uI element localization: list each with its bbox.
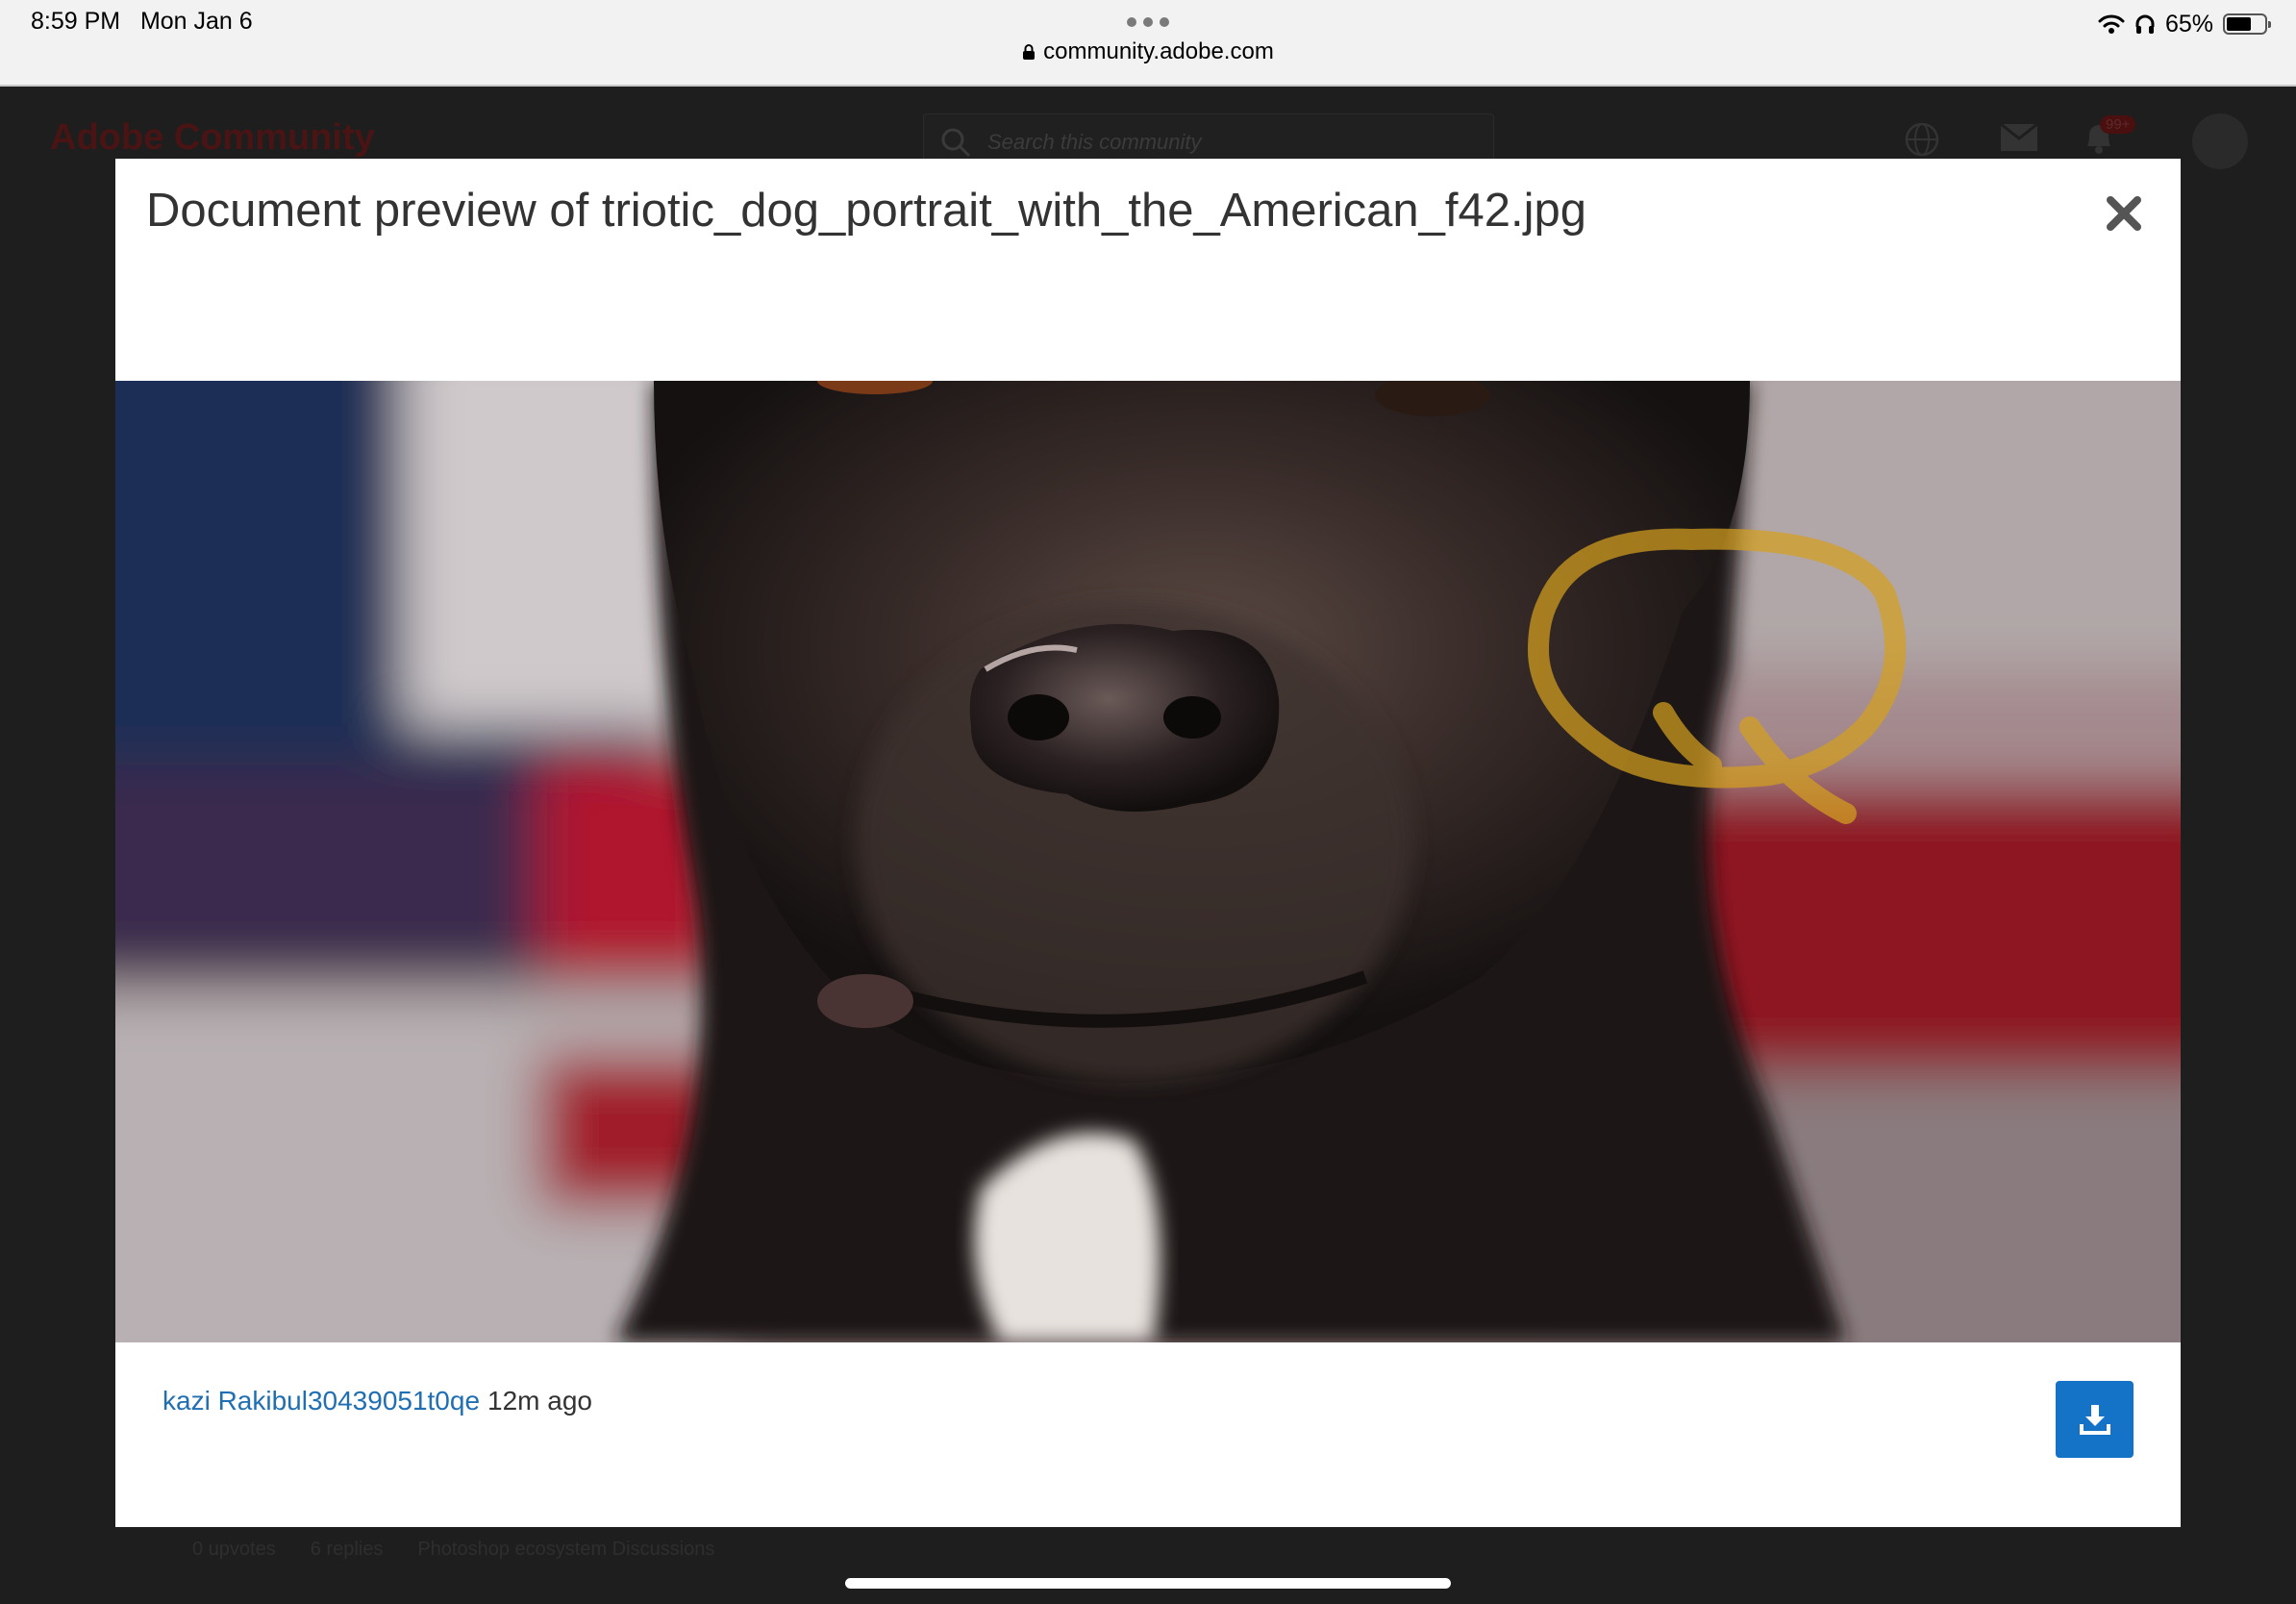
status-indicators: 65%	[2098, 8, 2271, 40]
preview-meta: kazi Rakibul30439051t0qe 12m ago	[162, 1386, 592, 1416]
author-link[interactable]: kazi Rakibul30439051t0qe	[162, 1386, 480, 1416]
clock: 8:59 PM	[31, 8, 121, 35]
browser-status-bar: 8:59 PM Mon Jan 6 community.adobe.com 65…	[0, 0, 2296, 87]
board-name: Photoshop ecosystem Discussions	[417, 1539, 715, 1560]
preview-image	[115, 381, 2181, 1342]
site-logo: Adobe Community	[50, 117, 375, 158]
status-time: 8:59 PM Mon Jan 6	[31, 8, 253, 36]
address-bar[interactable]: community.adobe.com	[0, 38, 2296, 65]
headphones-icon	[2135, 14, 2155, 34]
battery-icon	[2223, 13, 2271, 35]
battery-percent: 65%	[2164, 10, 2213, 38]
download-icon	[2079, 1405, 2110, 1435]
background-post-footer: 0 upvotes 6 replies Photoshop ecosystem …	[192, 1539, 714, 1561]
document-preview-modal: Document preview of triotic_dog_portrait…	[115, 159, 2181, 1527]
home-indicator[interactable]	[845, 1578, 1451, 1589]
modal-title: Document preview of triotic_dog_portrait…	[146, 185, 1587, 237]
globe-icon	[1905, 122, 1939, 157]
download-button[interactable]	[2056, 1381, 2134, 1458]
date: Mon Jan 6	[139, 8, 253, 35]
url-text: community.adobe.com	[1043, 38, 1274, 64]
wifi-icon	[2098, 14, 2125, 34]
mail-icon	[2000, 123, 2038, 151]
close-icon	[2107, 196, 2141, 231]
upvotes-count: 0 upvotes	[192, 1539, 276, 1560]
dog-photo	[115, 381, 2181, 1342]
lock-icon	[1023, 44, 1036, 60]
search-icon	[941, 128, 971, 158]
notification-badge: 99+	[2100, 115, 2136, 134]
search-placeholder: Search this community	[987, 130, 1202, 154]
replies-count: 6 replies	[310, 1539, 384, 1560]
avatar	[2192, 113, 2248, 169]
timestamp: 12m ago	[487, 1386, 592, 1416]
tab-menu-dots-icon[interactable]	[1127, 17, 1169, 27]
close-button[interactable]	[2104, 193, 2144, 234]
